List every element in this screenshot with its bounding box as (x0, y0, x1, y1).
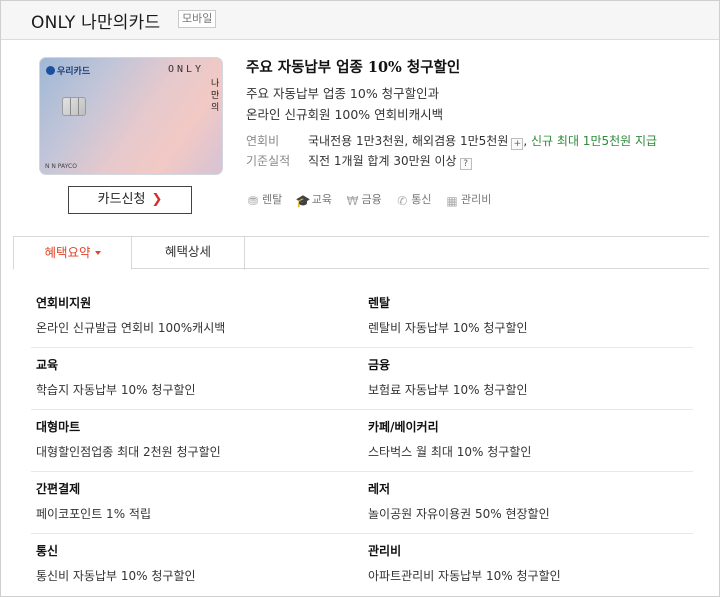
benefit-row: 연회비지원온라인 신규발급 연회비 100%캐시백 렌탈렌탈비 자동납부 10%… (31, 286, 693, 348)
tab-label: 혜택상세 (164, 244, 211, 259)
benefit-item: 금융보험료 자동납부 10% 청구할인 (368, 357, 678, 398)
benefit-text: 보험료 자동납부 10% 청구할인 (368, 383, 528, 397)
new-member-promo: 신규 최대 1만5천원 지급 (531, 134, 658, 148)
card-info: 주요 자동납부 업종 10% 청구할인 주요 자동납부 업종 10% 청구할인과… (246, 57, 706, 125)
tab-label: 혜택요약 (44, 245, 91, 260)
phone-icon: ✆ (397, 194, 408, 208)
performance-value: 직전 1개월 합계 30만원 이상 (308, 154, 457, 168)
card-description: 주요 자동납부 업종 10% 청구할인과 온라인 신규회원 100% 연회비캐시… (246, 83, 706, 125)
category-rental: ⛃ 렌탈 (246, 191, 282, 208)
category-label: 관리비 (461, 193, 492, 206)
card-chip-icon (62, 97, 86, 116)
benefit-text: 스타벅스 월 최대 10% 청구할인 (368, 445, 532, 459)
benefit-categories: ⛃ 렌탈 🎓교육 ₩ 금융 ✆ 통신 ▦ 관리비 (246, 191, 501, 208)
annual-fee-separator: , (523, 134, 528, 148)
page-frame: ONLY 나만의카드 모바일 우리카드 ONLY 나만의 N N PAYCO 카… (0, 0, 720, 597)
benefit-item: 렌탈렌탈비 자동납부 10% 청구할인 (368, 295, 678, 336)
benefit-tabs: 혜택요약 혜택상세 (13, 236, 709, 270)
category-telecom: ✆ 통신 (395, 191, 431, 208)
category-maintenance: ▦ 관리비 (445, 191, 491, 208)
benefit-title: 카페/베이커리 (368, 420, 439, 434)
card-headline: 주요 자동납부 업종 10% 청구할인 (246, 59, 461, 76)
card-footer-logos: N N PAYCO (45, 163, 77, 170)
card-vertical-text: 나만의 (211, 79, 220, 113)
chevron-right-icon: ❯ (151, 192, 163, 207)
performance-row: 기준실적 직전 1개월 합계 30만원 이상? (246, 152, 472, 170)
benefit-title: 통신 (36, 544, 59, 558)
card-image: 우리카드 ONLY 나만의 N N PAYCO (39, 57, 223, 175)
caret-down-icon (94, 251, 101, 255)
benefit-row: 통신통신비 자동납부 10% 청구할인 관리비아파트관리비 자동납부 10% 청… (31, 534, 693, 596)
benefit-item: 연회비지원온라인 신규발급 연회비 100%캐시백 (36, 295, 346, 336)
benefit-text: 학습지 자동납부 10% 청구할인 (36, 383, 196, 397)
page-header: ONLY 나만의카드 모바일 (1, 1, 719, 40)
benefit-row: 간편결제페이코포인트 1% 적립 레저놀이공원 자유이용권 50% 현장할인 (31, 472, 693, 534)
plus-icon[interactable]: + (511, 138, 524, 150)
education-icon: 🎓 (295, 194, 311, 208)
benefit-item: 대형마트대형할인점업종 최대 2천원 청구할인 (36, 419, 346, 460)
category-label: 금융 (361, 193, 382, 206)
annual-fee-value: 국내전용 1만3천원, 해외겸용 1만5천원 (308, 134, 509, 148)
mobile-badge: 모바일 (178, 10, 217, 28)
benefit-text: 온라인 신규발급 연회비 100%캐시백 (36, 321, 226, 335)
benefit-item: 통신통신비 자동납부 10% 청구할인 (36, 543, 346, 584)
building-icon: ▦ (446, 194, 458, 208)
issuer-logo: 우리카드 (46, 64, 90, 77)
page-title: ONLY 나만의카드 (31, 13, 161, 33)
card-brand: ONLY (168, 64, 205, 75)
category-education: 🎓교육 (296, 191, 332, 208)
benefit-text: 렌탈비 자동납부 10% 청구할인 (368, 321, 528, 335)
annual-fee-label: 연회비 (246, 134, 280, 148)
category-label: 교육 (311, 193, 332, 206)
issuer-name: 우리카드 (57, 67, 91, 77)
benefit-row: 대형마트대형할인점업종 최대 2천원 청구할인 카페/베이커리스타벅스 월 최대… (31, 410, 693, 472)
rental-icon: ⛃ (247, 194, 259, 208)
benefit-text: 통신비 자동납부 10% 청구할인 (36, 569, 196, 583)
benefit-text: 아파트관리비 자동납부 10% 청구할인 (368, 569, 561, 583)
benefit-item: 카페/베이커리스타벅스 월 최대 10% 청구할인 (368, 419, 678, 460)
description-line: 주요 자동납부 업종 10% 청구할인과 (246, 86, 440, 101)
benefit-title: 금융 (368, 358, 391, 372)
benefit-text: 페이코포인트 1% 적립 (36, 507, 151, 521)
finance-icon: ₩ (346, 194, 359, 208)
benefit-row: 교육학습지 자동납부 10% 청구할인 금융보험료 자동납부 10% 청구할인 (31, 348, 693, 410)
benefit-title: 교육 (36, 358, 59, 372)
help-icon[interactable]: ? (459, 158, 472, 170)
category-label: 통신 (411, 193, 432, 206)
benefit-item: 관리비아파트관리비 자동납부 10% 청구할인 (368, 543, 678, 584)
benefit-title: 대형마트 (36, 420, 81, 434)
apply-button-label: 카드신청 (97, 192, 146, 207)
benefit-item: 간편결제페이코포인트 1% 적립 (36, 481, 346, 522)
benefit-title: 렌탈 (368, 296, 391, 310)
tab-benefit-summary[interactable]: 혜택요약 (13, 236, 132, 270)
benefit-title: 연회비지원 (36, 296, 92, 310)
annual-fee-row: 연회비 국내전용 1만3천원, 해외겸용 1만5천원 +, 신규 최대 1만5천원 … (246, 132, 657, 150)
performance-label: 기준실적 (246, 154, 291, 168)
benefit-item: 레저놀이공원 자유이용권 50% 현장할인 (368, 481, 678, 522)
benefit-title: 간편결제 (36, 482, 81, 496)
benefit-text: 놀이공원 자유이용권 50% 현장할인 (368, 507, 550, 521)
benefit-item: 교육학습지 자동납부 10% 청구할인 (36, 357, 346, 398)
benefit-title: 레저 (368, 482, 391, 496)
issuer-logo-icon (46, 66, 55, 75)
apply-card-button[interactable]: 카드신청 ❯ (68, 186, 192, 214)
benefit-text: 대형할인점업종 최대 2천원 청구할인 (36, 445, 221, 459)
benefit-title: 관리비 (368, 544, 402, 558)
category-finance: ₩ 금융 (346, 191, 382, 208)
tab-benefit-detail[interactable]: 혜택상세 (132, 236, 245, 270)
description-line: 온라인 신규회원 100% 연회비캐시백 (246, 107, 444, 122)
category-label: 렌탈 (262, 193, 283, 206)
